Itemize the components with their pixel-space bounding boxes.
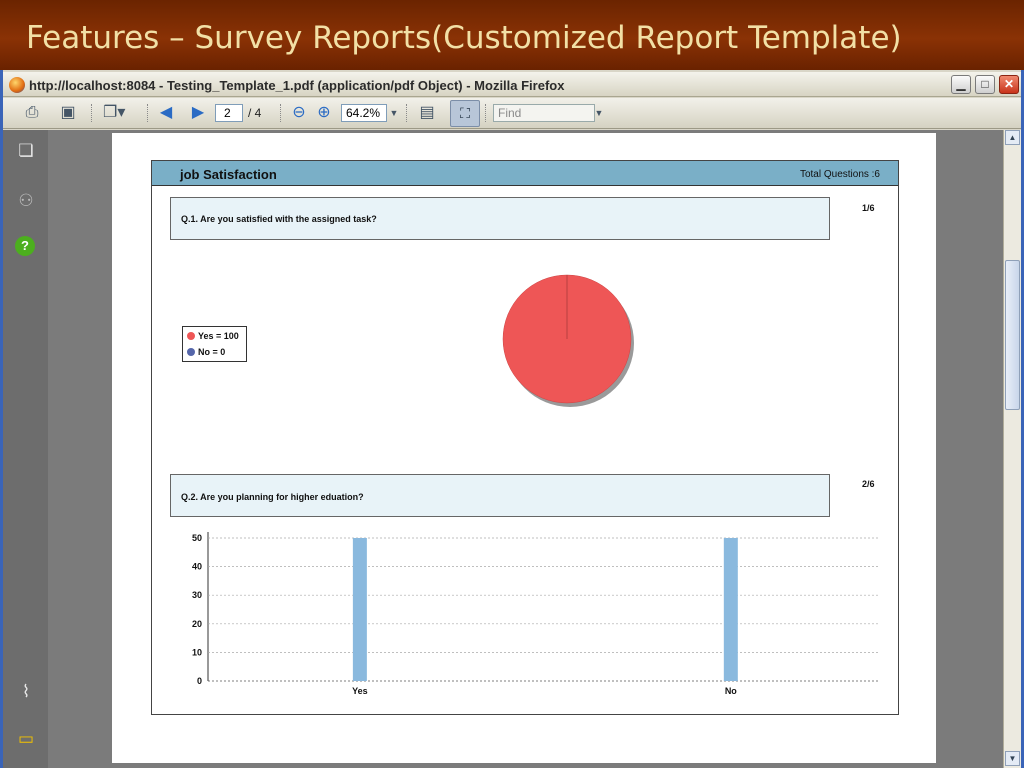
report-header: job Satisfaction Total Questions :6 bbox=[152, 161, 898, 186]
question-text: Q.2. Are you planning for higher eduatio… bbox=[181, 492, 364, 502]
vertical-scrollbar[interactable]: ▲ ▼ bbox=[1003, 130, 1021, 768]
legend-label: No = 0 bbox=[198, 347, 226, 357]
find-input[interactable]: Find bbox=[493, 104, 595, 122]
slide-title-bar: Features – Survey Reports(Customized Rep… bbox=[0, 0, 1024, 70]
print-icon[interactable]: ⎙ bbox=[21, 103, 43, 123]
bar-chart: 0 10 20 30 40 50 Yes No bbox=[192, 532, 880, 696]
bar-no bbox=[723, 538, 738, 681]
comments-icon[interactable]: ▭ bbox=[15, 728, 37, 750]
chevron-down-icon[interactable]: ▼ bbox=[383, 103, 405, 123]
question-box: Q.1. Are you satisfied with the assigned… bbox=[170, 197, 830, 240]
zoom-in-icon[interactable]: ⊕ bbox=[313, 103, 335, 123]
y-tick-label: 0 bbox=[197, 676, 202, 686]
toolbar-separator bbox=[406, 104, 408, 122]
binoculars-icon[interactable]: ⚇ bbox=[15, 190, 37, 212]
report-frame: job Satisfaction Total Questions :6 Q.1.… bbox=[151, 160, 899, 715]
window-title: http://localhost:8084 - Testing_Template… bbox=[29, 78, 565, 93]
legend-swatch bbox=[187, 332, 195, 340]
slide-title: Features – Survey Reports(Customized Rep… bbox=[26, 20, 902, 56]
report-title: job Satisfaction bbox=[180, 167, 277, 182]
legend-item: No = 0 bbox=[187, 347, 225, 357]
fit-page-button[interactable]: ⛶ bbox=[450, 100, 480, 127]
next-page-icon[interactable]: ▶ bbox=[187, 103, 209, 123]
toolbar-separator bbox=[280, 104, 282, 122]
bar-yes bbox=[352, 538, 367, 681]
zoom-out-icon[interactable]: ⊖ bbox=[288, 103, 310, 123]
legend-item: Yes = 100 bbox=[187, 331, 239, 341]
y-tick-label: 10 bbox=[192, 647, 202, 657]
chevron-down-icon[interactable]: ▼ bbox=[588, 103, 610, 123]
pie-legend: Yes = 100 No = 0 bbox=[182, 326, 247, 362]
pages-icon[interactable]: ❐▾ bbox=[103, 103, 125, 123]
total-questions: Total Questions :6 bbox=[799, 169, 880, 180]
scroll-thumb[interactable] bbox=[1005, 260, 1020, 410]
x-tick-label: Yes bbox=[352, 686, 368, 696]
close-icon: ✕ bbox=[1003, 77, 1015, 91]
toolbar-separator bbox=[147, 104, 149, 122]
legend-swatch bbox=[187, 348, 195, 356]
fit-width-icon[interactable]: ▤ bbox=[416, 103, 438, 123]
maximize-icon: □ bbox=[981, 77, 989, 91]
scroll-down-button[interactable]: ▼ bbox=[1005, 751, 1020, 766]
close-button[interactable]: ✕ bbox=[999, 75, 1019, 94]
question-box: Q.2. Are you planning for higher eduatio… bbox=[170, 474, 830, 517]
maximize-button[interactable]: □ bbox=[975, 75, 995, 94]
legend-label: Yes = 100 bbox=[198, 331, 239, 341]
toolbar-separator bbox=[91, 104, 93, 122]
pages-panel-icon[interactable]: ❏ bbox=[15, 140, 37, 162]
attachment-icon[interactable]: ⌇ bbox=[15, 681, 37, 703]
window-titlebar[interactable]: http://localhost:8084 - Testing_Template… bbox=[3, 72, 1021, 97]
pdf-page: job Satisfaction Total Questions :6 Q.1.… bbox=[112, 133, 936, 763]
y-tick-label: 30 bbox=[192, 590, 202, 600]
minimize-icon: ▁ bbox=[956, 77, 966, 91]
y-tick-label: 50 bbox=[192, 533, 202, 543]
question-number: 1/6 bbox=[862, 203, 875, 213]
zoom-select[interactable]: 64.2% bbox=[341, 104, 387, 122]
y-tick-label: 40 bbox=[192, 562, 202, 572]
page-number-input[interactable]: 2 bbox=[215, 104, 243, 122]
page-total: / 4 bbox=[248, 106, 262, 120]
pdf-toolbar: ⎙ ▣ ❐▾ ◀ ▶ 2 / 4 ⊖ ⊕ 64.2% ▼ ▤ ⛶ Find ▼ bbox=[3, 98, 1021, 129]
x-tick-label: No bbox=[725, 686, 737, 696]
question-number: 2/6 bbox=[862, 479, 875, 489]
y-tick-label: 20 bbox=[192, 619, 202, 629]
minimize-button[interactable]: ▁ bbox=[951, 75, 971, 94]
help-icon[interactable]: ? bbox=[15, 236, 35, 256]
save-icon[interactable]: ▣ bbox=[57, 103, 79, 123]
toolbar-separator bbox=[485, 104, 487, 122]
scroll-up-button[interactable]: ▲ bbox=[1005, 130, 1020, 145]
pie-chart bbox=[502, 274, 634, 407]
firefox-icon bbox=[9, 77, 25, 93]
fit-page-icon: ⛶ bbox=[460, 105, 470, 121]
prev-page-icon[interactable]: ◀ bbox=[155, 103, 177, 123]
left-navigation-pane: ❏ ⚇ ? ⌇ ▭ bbox=[3, 130, 48, 768]
question-text: Q.1. Are you satisfied with the assigned… bbox=[181, 214, 377, 224]
